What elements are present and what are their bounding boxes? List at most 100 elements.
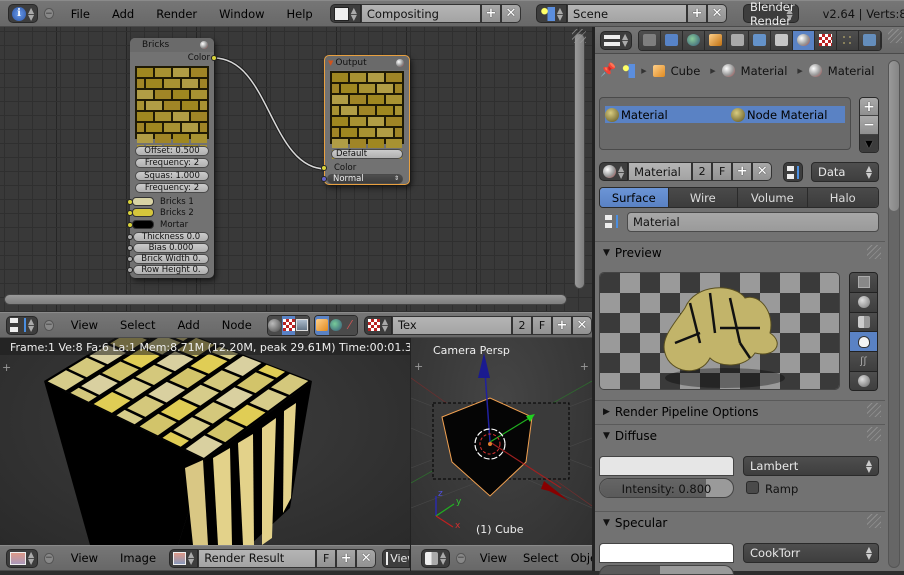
image-name[interactable]: Render Result [198,549,316,568]
panel-drag-grip[interactable] [867,514,881,528]
object-texture-button[interactable] [315,316,329,335]
editor-type-selector[interactable]: ▲▼ [421,549,450,568]
diffuse-color-swatch[interactable] [599,456,734,476]
preview-shape-monkey[interactable] [850,332,877,352]
horizontal-scrollbar[interactable] [4,294,567,305]
tab-surface[interactable]: Surface [600,188,669,207]
node-material-field[interactable]: Material [627,212,879,232]
screen-layout-selector[interactable]: ▲▼ [330,4,361,23]
unlink-texture-button[interactable]: ✕ [572,316,592,335]
new-material-button[interactable]: + [732,162,752,181]
menu-image[interactable]: Image [109,551,167,565]
add-texture-button[interactable]: + [552,316,572,335]
ramp-checkbox[interactable] [746,481,759,494]
context-tab-particles[interactable] [837,31,859,50]
squash-field[interactable]: Squas: 1.000 [135,171,209,181]
menu-file[interactable]: File [60,7,101,21]
texture-selector[interactable]: ▲▼ [364,316,392,335]
new-image-button[interactable]: + [336,549,356,568]
users-count[interactable]: 2 [692,162,712,181]
normal-dropdown[interactable]: Normal⇕ [327,174,403,184]
material-name[interactable]: Material [628,162,692,181]
editor-type-selector[interactable]: ▲▼ [6,316,38,335]
vertical-scrollbar[interactable] [888,60,900,568]
menu-add[interactable]: Add [101,7,145,21]
add-slot-button[interactable]: + [860,98,878,116]
toolbar-toggle-icon[interactable]: + [2,361,11,374]
menu-window[interactable]: Window [208,7,275,21]
editor-type-selector[interactable]: ▲▼ [6,549,38,568]
compositing-nodes-button[interactable] [295,316,309,335]
panel-preview-header[interactable]: ▼Preview [595,241,885,263]
collapse-triangle-icon[interactable]: ▼ [328,59,333,67]
area-corner-grip[interactable] [572,29,586,43]
panel-render-pipeline-header[interactable]: ▶Render Pipeline Options [595,400,885,422]
tab-volume[interactable]: Volume [738,188,808,207]
image-selector[interactable]: ▲▼ [169,549,198,568]
material-slot-row[interactable]: Material Node Material [605,106,845,123]
context-tab-world[interactable] [683,31,705,50]
collapse-menu-icon[interactable]: − [44,320,54,331]
preview-shape-hair[interactable]: ʃʃ [850,352,877,372]
delete-scene-button[interactable]: ✕ [707,4,727,23]
tab-wire[interactable]: Wire [669,188,739,207]
collapse-menu-icon[interactable]: − [44,553,54,564]
toolbar-toggle-icon[interactable]: + [414,360,423,373]
brush-texture-button[interactable]: ⁄ [343,316,357,335]
tab-halo[interactable]: Halo [808,188,878,207]
diffuse-shader-dropdown[interactable]: Lambert ▲▼ [743,456,879,476]
delete-screen-button[interactable]: ✕ [501,4,521,23]
panel-drag-grip[interactable] [867,427,881,441]
properties-toggle-icon[interactable]: + [580,360,589,373]
menu-view[interactable]: View [60,551,109,565]
panel-drag-grip[interactable] [867,245,881,259]
shader-nodes-button[interactable] [268,316,282,335]
color-output-socket[interactable] [211,55,217,61]
unlink-material-button[interactable]: ✕ [752,162,772,181]
bias-field[interactable]: Bias 0.000 [133,243,209,253]
view-mode-selector[interactable]: View [382,549,410,568]
menu-node[interactable]: Node [211,318,263,332]
node-editor[interactable]: Bricks Color Offset: 0.500 Frequency: 2 … [0,27,592,312]
editor-type-selector[interactable]: i ▲▼ [8,4,38,23]
bricks1-color-swatch[interactable] [132,197,154,206]
preview-shape-sphere[interactable] [850,293,877,313]
menu-help[interactable]: Help [276,7,324,21]
color-input-socket[interactable] [321,165,327,171]
properties-editor[interactable]: ▲▼ 📌 ▶ Cube ▶ Material ▶ Material Materi… [595,27,904,571]
preview-shape-sphere-sky[interactable] [850,372,877,391]
menu-view[interactable]: View [472,551,515,565]
screen-layout-name[interactable]: Compositing [361,4,481,23]
fake-user-button[interactable]: F [316,549,336,568]
texture-name[interactable]: Tex [392,316,512,335]
use-nodes-toggle[interactable] [783,162,803,182]
context-tab-physics[interactable] [859,31,881,50]
fake-user-button[interactable]: F [532,316,552,335]
frequency-field[interactable]: Frequency: 2 [135,158,209,168]
area-corner-grip[interactable] [888,29,902,43]
context-tab-modifiers[interactable] [749,31,771,50]
thickness-field[interactable]: Thickness 0.0 [133,232,209,242]
link-dropdown[interactable]: Data ▲▼ [811,162,879,182]
pin-icon[interactable]: 📌 [600,63,616,78]
squash-frequency-field[interactable]: Frequency: 2 [135,183,209,193]
users-count[interactable]: 2 [512,316,532,335]
context-tab-scene[interactable] [661,31,683,50]
offset-field[interactable]: Offset: 0.500 [135,146,209,156]
panel-diffuse-header[interactable]: ▼Diffuse [595,424,885,446]
scene-name[interactable]: Scene [567,4,687,23]
output-node[interactable]: ▼Output Default Color Normal⇕ [324,55,410,185]
render-engine-dropdown[interactable]: Blender Render ▲▼ [743,4,799,23]
menu-select[interactable]: Select [109,318,166,332]
context-tab-data[interactable] [771,31,793,50]
context-tab-material[interactable] [793,31,815,50]
context-tab-constraints[interactable] [727,31,749,50]
menu-add[interactable]: Add [166,318,210,332]
vertical-scrollbar[interactable] [574,33,585,289]
preview-shape-plane[interactable] [850,273,877,293]
mortar-color-swatch[interactable] [132,220,154,229]
brick-width-field[interactable]: Brick Width 0. [133,254,209,264]
row-height-field[interactable]: Row Height 0. [133,265,209,275]
3d-viewport[interactable]: z y x Camera Persp (1) Cube + + [411,338,592,545]
specular-color-swatch[interactable] [599,543,734,563]
